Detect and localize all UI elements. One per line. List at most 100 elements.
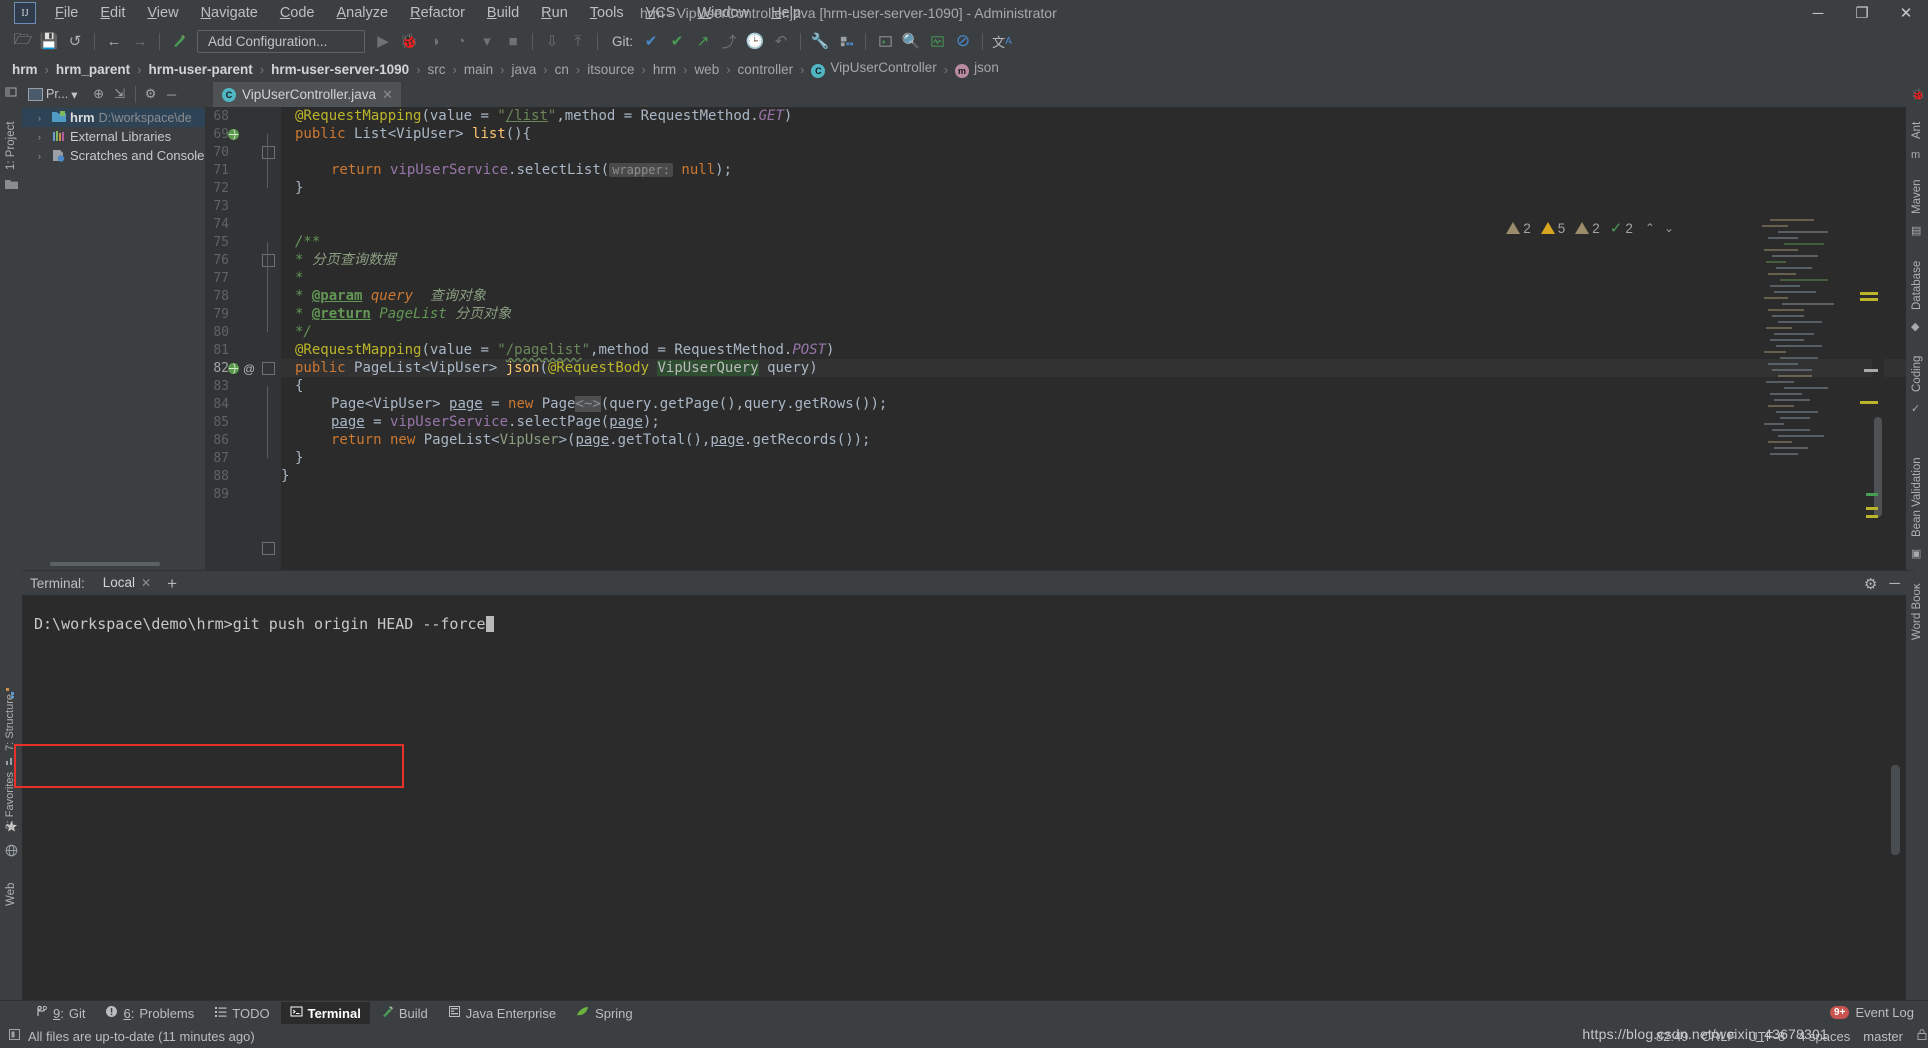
run-icon[interactable]: ▶ [370,29,396,53]
breadcrumb-item-web[interactable]: web [694,62,719,77]
gutter-line-69[interactable]: 69 [205,125,281,159]
next-error-down-icon[interactable]: ⌄ [1662,221,1676,235]
menu-item-file[interactable]: File [44,2,89,24]
gutter-line-72[interactable]: 72 [205,179,281,267]
editor-marker-warning[interactable] [1866,515,1878,518]
sidebar-item-project[interactable]: 1: Project [0,100,22,170]
breadcrumb-item-src[interactable]: src [428,62,446,77]
tree-node-scratches-and-console[interactable]: › Scratches and Console [22,146,205,165]
tool-window-todo[interactable]: TODO [205,1002,278,1024]
code-fold-toggle[interactable] [262,542,275,555]
close-icon[interactable]: ✕ [141,576,151,590]
editor-marker-ok[interactable] [1866,493,1878,496]
menu-item-analyze[interactable]: Analyze [326,2,400,24]
chevron-down-icon[interactable]: ▾ [474,29,500,53]
terminal-toolbar-icon[interactable] [872,29,898,53]
breadcrumb-item-vipusercontroller[interactable]: C VipUserController [811,60,937,78]
menu-item-refactor[interactable]: Refactor [399,2,476,24]
save-all-icon[interactable]: 💾 [36,29,62,53]
build-project-icon[interactable] [166,29,192,53]
git-checkout-icon[interactable]: ✔ [638,29,664,53]
gutter-line-70[interactable]: 70 [205,143,281,161]
close-icon[interactable]: ✕ [382,87,393,103]
project-structure-icon[interactable] [833,29,859,53]
project-horizontal-scrollbar[interactable] [50,562,160,566]
git-push-icon[interactable]: ↗ [690,29,716,53]
gutter-line-73[interactable]: 73 [205,197,281,215]
breadcrumb-item-itsource[interactable]: itsource [587,62,634,77]
menu-item-edit[interactable]: Edit [89,2,136,24]
editor-marker-warning[interactable] [1860,292,1878,295]
forward-icon[interactable]: → [127,29,153,53]
editor-tab-vipusercontroller[interactable]: C VipUserController.java ✕ [213,82,401,107]
gutter-line-85[interactable]: 85 [205,413,281,431]
breadcrumb-item-hrm-parent[interactable]: hrm_parent [56,62,130,77]
terminal-scrollbar-thumb[interactable] [1891,765,1900,855]
back-icon[interactable]: ← [101,29,127,53]
rail-item-maven[interactable]: Maven [1906,165,1928,214]
event-log-button[interactable]: 9+ Event Log [1830,1000,1914,1024]
gutter-line-88[interactable]: 88 [205,467,281,485]
gutter-line-75[interactable]: 75 [205,233,281,375]
run-coverage-icon[interactable]: ◑ [422,29,448,53]
block-icon[interactable]: ⊘ [950,29,976,53]
tool-window-problems[interactable]: 6: Problems [96,1002,203,1024]
project-settings-icon[interactable]: ⚙ [142,85,160,103]
open-project-icon[interactable]: 🗁 [10,29,36,53]
annotation-gutter-icon[interactable]: @ [243,362,256,376]
collapse-all-icon[interactable]: ⇲ [111,85,129,103]
chevron-right-icon[interactable]: › [38,132,48,142]
breadcrumb-item-hrm-user-server-1090[interactable]: hrm-user-server-1090 [271,62,409,77]
gutter-line-79[interactable]: 79 [205,305,281,323]
close-button[interactable]: ✕ [1884,0,1928,26]
web-mapping-gutter-icon[interactable] [227,362,240,375]
new-terminal-tab-button[interactable]: + [159,574,185,594]
breadcrumb-item-cn[interactable]: cn [555,62,569,77]
tool-window-terminal[interactable]: Terminal [280,1002,370,1024]
chevron-right-icon[interactable]: › [38,151,48,161]
stop-icon[interactable]: ■ [500,29,526,53]
chevron-down-icon[interactable]: ▾ [71,87,77,102]
commit-icon[interactable]: ⤒ [565,29,591,53]
gutter-line-74[interactable]: 74 [205,215,281,233]
inspection-check[interactable]: ✓ 2 [1610,219,1638,237]
editor-marker-warning[interactable] [1860,401,1878,404]
code-editor[interactable]: 68 69 70 71 72 73 74 75 76 77 78 79 80 81 82 @83 84 85 86 8… [205,107,1906,807]
chevron-right-icon[interactable]: › [38,113,48,123]
breadcrumb-item-main[interactable]: main [464,62,493,77]
gutter-line-71[interactable]: 71 [205,161,281,179]
search-everywhere-icon[interactable]: 🔍 [898,29,924,53]
rail-item-database[interactable]: Database [1906,240,1928,310]
menu-item-navigate[interactable]: Navigate [190,2,269,24]
debug-icon[interactable]: 🐞 [396,29,422,53]
tool-window-git[interactable]: 9: Git [26,1002,94,1024]
tree-node-external-libraries[interactable]: › External Libraries [22,127,205,146]
git-update-check-icon[interactable]: ✔ [664,29,690,53]
breadcrumb-item-hrm[interactable]: hrm [653,62,676,77]
tool-window-build[interactable]: Build [372,1002,437,1024]
gutter-line-83[interactable]: 83 [205,377,281,663]
editor-code-area[interactable]: @RequestMapping(value = "/list",method =… [281,107,1906,570]
tree-node-hrm[interactable]: › hrm D:\workspace\de [22,108,205,127]
gutter-line-84[interactable]: 84 [205,395,281,413]
terminal-hide-icon[interactable]: ─ [1889,575,1900,592]
breadcrumb-item-hrm[interactable]: hrm [12,62,38,77]
breadcrumb-item-java[interactable]: java [512,62,537,77]
hide-panel-icon[interactable]: ─ [163,85,181,103]
menu-item-tools[interactable]: Tools [579,2,635,24]
gutter-line-77[interactable]: 77 [205,269,281,287]
sync-icon[interactable]: ↺ [62,29,88,53]
update-project-icon[interactable]: ⇩ [539,29,565,53]
tool-window-java-enterprise[interactable]: Java Enterprise [439,1002,565,1024]
git-history-icon[interactable]: 🕒 [742,29,768,53]
menu-item-run[interactable]: Run [530,2,579,24]
editor-marker-warning[interactable] [1866,507,1878,510]
lock-icon[interactable] [1916,1028,1928,1044]
gutter-line-68[interactable]: 68 [205,107,281,125]
profile-icon[interactable]: ◔ [448,29,474,53]
editor-scrollbar-thumb[interactable] [1874,417,1882,517]
terminal-output[interactable]: D:\workspace\demo\hrm>git push origin HE… [22,595,1906,1000]
gutter-line-81[interactable]: 81 [205,341,281,359]
breadcrumb-item-json[interactable]: m json [955,60,999,78]
gutter-line-78[interactable]: 78 [205,287,281,305]
